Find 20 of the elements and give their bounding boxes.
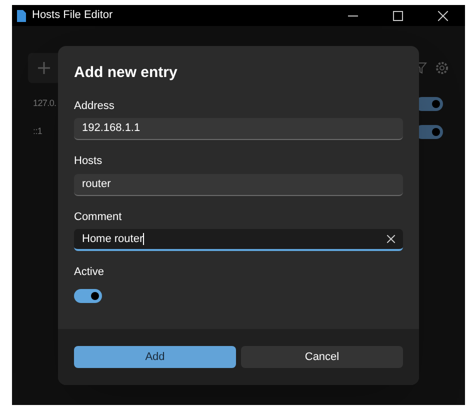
document-icon bbox=[17, 10, 26, 22]
field-label: Hosts bbox=[74, 154, 104, 169]
dialog-title: Add new entry bbox=[74, 63, 178, 83]
input-field[interactable]: Home router bbox=[74, 229, 403, 251]
maximize-icon bbox=[392, 10, 402, 20]
field-label: Comment bbox=[74, 210, 123, 224]
toggle-switch[interactable] bbox=[74, 288, 102, 302]
input-field[interactable]: 192.168.1.1 bbox=[74, 118, 403, 140]
input-field[interactable]: router bbox=[74, 174, 403, 196]
window-title: Hosts File Editor bbox=[32, 8, 113, 24]
cancel-button[interactable]: Cancel bbox=[241, 346, 403, 368]
entry-address: ::1 bbox=[33, 125, 42, 138]
plus-icon bbox=[38, 62, 50, 74]
field-label: Address bbox=[74, 98, 116, 114]
clear-icon[interactable] bbox=[387, 235, 395, 243]
add-button[interactable]: Add bbox=[74, 346, 236, 368]
entry-address: 127.0. bbox=[33, 97, 56, 110]
close-icon bbox=[438, 10, 448, 20]
field-label: Active bbox=[74, 265, 105, 280]
settings-icon[interactable] bbox=[435, 61, 449, 75]
